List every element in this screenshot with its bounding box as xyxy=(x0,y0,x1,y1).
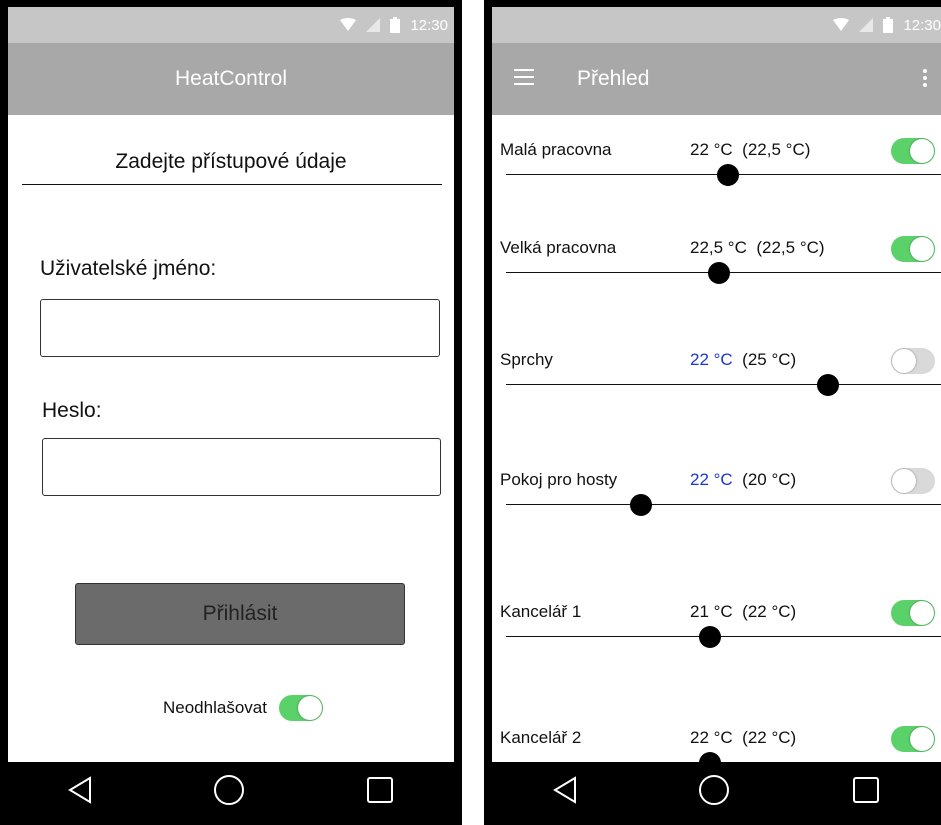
app-title: HeatControl xyxy=(174,67,288,90)
toggle-knob xyxy=(910,237,934,261)
room-enable-toggle[interactable] xyxy=(891,348,935,374)
temperature-slider-thumb[interactable] xyxy=(816,374,839,396)
username-input[interactable] xyxy=(40,299,440,357)
password-input[interactable] xyxy=(42,438,441,496)
temperature-slider-track[interactable] xyxy=(506,384,941,385)
room-enable-toggle[interactable] xyxy=(891,138,935,164)
recents-icon[interactable] xyxy=(366,776,394,804)
room-row: Sprchy 22 °C (25 °C) xyxy=(492,347,941,407)
room-row: Velká pracovna 22,5 °C (22,5 °C) xyxy=(492,235,941,295)
app-bar: HeatControl xyxy=(8,43,454,115)
room-name: Malá pracovna xyxy=(500,140,612,159)
home-icon[interactable] xyxy=(698,774,730,806)
room-temperature: 21 °C (22 °C) xyxy=(690,599,796,625)
navigation-bar xyxy=(8,762,454,818)
target-temperature: (20 °C) xyxy=(742,470,797,489)
toggle-knob xyxy=(297,696,322,720)
temperature-slider-track[interactable] xyxy=(506,636,941,637)
status-bar: 12:30 xyxy=(8,7,454,43)
signal-icon xyxy=(859,18,874,32)
current-temperature: 22 °C xyxy=(690,140,733,159)
room-row: Pokoj pro hosty 22 °C (20 °C) xyxy=(492,467,941,527)
login-heading: Zadejte přístupové údaje xyxy=(115,150,347,173)
signal-icon xyxy=(366,18,381,32)
temperature-slider-thumb[interactable] xyxy=(629,494,652,516)
room-enable-toggle[interactable] xyxy=(891,726,935,752)
target-temperature: (22,5 °C) xyxy=(742,140,811,159)
home-icon[interactable] xyxy=(213,774,245,806)
room-enable-toggle[interactable] xyxy=(891,236,935,262)
status-time: 12:30 xyxy=(903,16,941,34)
current-temperature: 22 °C xyxy=(690,728,733,747)
page-title: Přehled xyxy=(577,67,650,90)
menu-icon[interactable] xyxy=(514,69,534,85)
temperature-slider-thumb[interactable] xyxy=(716,164,739,186)
room-row: Kancelář 1 21 °C (22 °C) xyxy=(492,599,941,659)
current-temperature: 22 °C xyxy=(690,350,733,369)
room-name: Kancelář 2 xyxy=(500,728,582,747)
recents-icon[interactable] xyxy=(852,776,880,804)
room-temperature: 22,5 °C (22,5 °C) xyxy=(690,235,825,261)
current-temperature: 21 °C xyxy=(690,602,733,621)
overview-screen: 12:30 Přehled Malá pracovna 22 °C (22,5 °… xyxy=(492,7,941,818)
toggle-knob xyxy=(910,139,934,163)
room-name: Kancelář 1 xyxy=(500,602,582,621)
battery-icon xyxy=(883,17,894,33)
toggle-knob xyxy=(892,349,916,373)
target-temperature: (22,5 °C) xyxy=(756,238,825,257)
room-temperature: 22 °C (22,5 °C) xyxy=(690,137,810,163)
room-enable-toggle[interactable] xyxy=(891,468,935,494)
remember-row: Neodhlašovat xyxy=(163,695,323,721)
current-temperature: 22 °C xyxy=(690,470,733,489)
wifi-icon xyxy=(833,18,850,31)
navigation-bar xyxy=(492,762,941,818)
username-label: Uživatelské jméno: xyxy=(40,257,217,280)
room-name: Velká pracovna xyxy=(500,238,617,257)
room-temperature: 22 °C (25 °C) xyxy=(690,347,796,373)
room-row: Malá pracovna 22 °C (22,5 °C) xyxy=(492,137,941,197)
login-screen: 12:30 HeatControl Zadejte přístupové úda… xyxy=(8,7,454,818)
target-temperature: (22 °C) xyxy=(742,602,797,621)
room-name: Sprchy xyxy=(500,350,553,369)
temperature-slider-thumb[interactable] xyxy=(708,262,731,284)
more-vert-icon[interactable] xyxy=(923,69,927,90)
toggle-knob xyxy=(910,601,934,625)
temperature-slider-track[interactable] xyxy=(506,504,941,505)
back-icon[interactable] xyxy=(68,776,92,804)
room-temperature: 22 °C (22 °C) xyxy=(690,725,796,751)
back-icon[interactable] xyxy=(552,776,577,804)
app-bar: Přehled xyxy=(492,43,941,115)
room-enable-toggle[interactable] xyxy=(891,600,935,626)
login-phone-frame: 12:30 HeatControl Zadejte přístupové úda… xyxy=(0,0,462,825)
toggle-knob xyxy=(892,469,916,493)
heading-divider xyxy=(22,184,442,185)
login-button[interactable]: Přihlásit xyxy=(75,583,405,645)
overview-phone-frame: 12:30 Přehled Malá pracovna 22 °C (22,5 °… xyxy=(484,0,941,825)
wifi-icon xyxy=(340,18,357,31)
remember-toggle[interactable] xyxy=(278,695,323,721)
room-temperature: 22 °C (20 °C) xyxy=(690,467,796,493)
temperature-slider-thumb[interactable] xyxy=(699,626,722,648)
remember-label: Neodhlašovat xyxy=(163,698,267,717)
status-bar: 12:30 xyxy=(492,7,941,43)
status-time: 12:30 xyxy=(410,16,448,34)
password-label: Heslo: xyxy=(42,399,102,422)
room-name: Pokoj pro hosty xyxy=(500,470,618,489)
toggle-knob xyxy=(910,727,934,751)
target-temperature: (22 °C) xyxy=(742,728,797,747)
target-temperature: (25 °C) xyxy=(742,350,797,369)
current-temperature: 22,5 °C xyxy=(690,238,747,257)
battery-icon xyxy=(390,17,401,33)
